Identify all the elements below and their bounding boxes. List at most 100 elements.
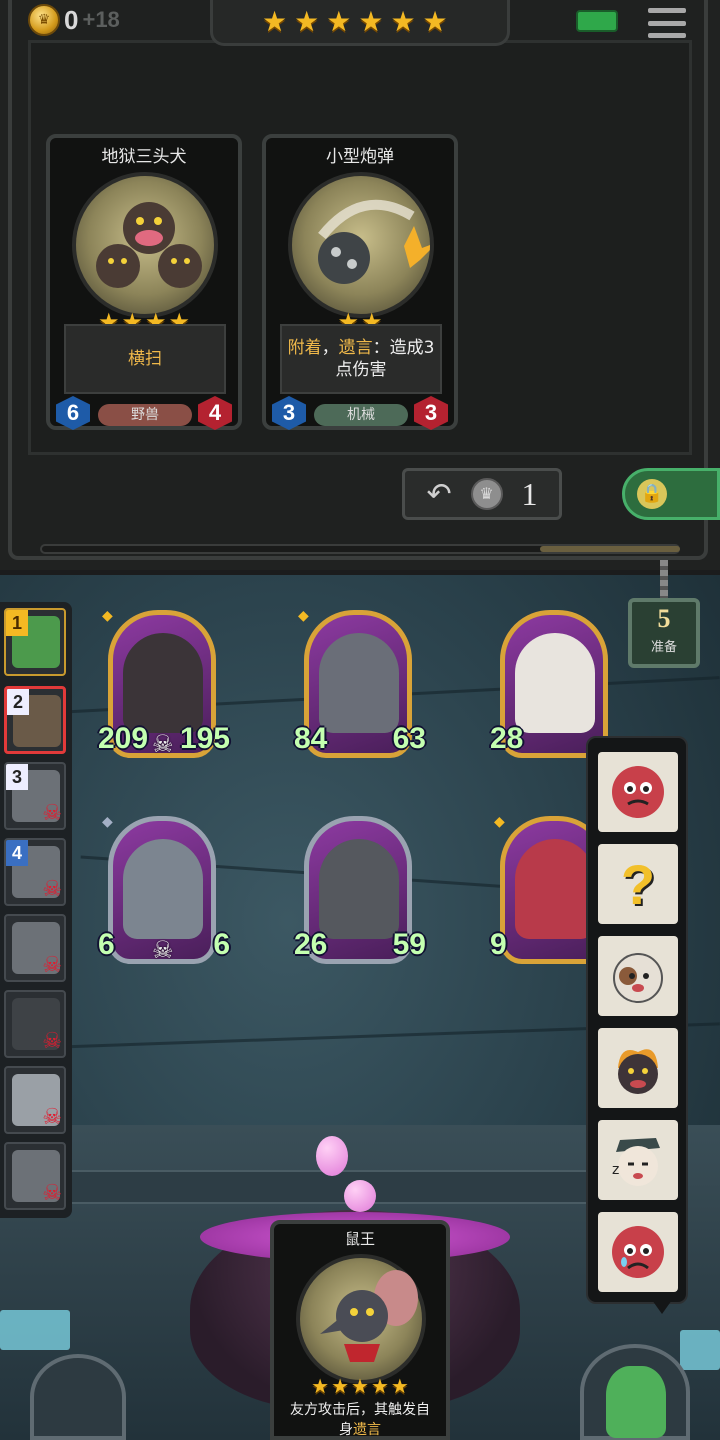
- sleeping-face-emote[interactable]: z: [598, 1120, 678, 1200]
- shop-panel: ♛ 0 +18 ★ ★ ★ ★ ★ ★ 地狱三头犬 ★ ★ ★ ★ 横扫 野兽 …: [0, 0, 720, 570]
- refresh-button[interactable]: ↶ ♛ 1: [402, 468, 562, 520]
- star-icon: ★: [311, 1374, 330, 1398]
- card-tribe: 机械: [314, 404, 408, 426]
- star-icon: ★: [351, 1374, 369, 1398]
- player-slot[interactable]: ☠: [4, 914, 66, 982]
- crying-face-icon: [612, 1226, 664, 1278]
- board-minion[interactable]: ◆ 209 195 ☠: [98, 608, 230, 766]
- star-icon: ★: [390, 5, 416, 38]
- bubble-icon: [344, 1180, 376, 1212]
- menu-button[interactable]: [648, 6, 686, 40]
- hamburger-icon-line: [648, 20, 686, 26]
- cannon-icon: [319, 633, 399, 733]
- player-hero-portrait[interactable]: [580, 1344, 690, 1440]
- angry-face-icon: [612, 766, 664, 818]
- player-slot[interactable]: 1: [4, 608, 66, 676]
- card-separator: ，: [321, 338, 339, 358]
- star-icon: ★: [370, 1374, 389, 1398]
- card-keyword: 横扫: [128, 349, 162, 369]
- hamburger-icon-line: [648, 33, 686, 38]
- question-mark-icon: ?: [620, 852, 656, 916]
- bomb-icon: [318, 199, 430, 284]
- player-list: 1 2 3 ☠ 4 ☠ ☠ ☠ ☠ ☠: [0, 602, 72, 1218]
- player-slot[interactable]: ☠: [4, 1142, 66, 1210]
- opponent-hero-portrait[interactable]: [30, 1354, 126, 1440]
- card-attack: 3: [272, 396, 306, 430]
- hero-name: 鼠王: [344, 1230, 375, 1248]
- board-minion[interactable]: ◆ 6 6 ☠: [98, 814, 230, 972]
- minion-attack: 28: [490, 722, 524, 755]
- minion-attack: 84: [294, 722, 328, 755]
- tavern-tier-stars: ★ ★ ★ ★ ★ ★: [262, 6, 448, 38]
- star-icon: ★: [390, 1374, 409, 1398]
- card-keyword: 附着: [287, 338, 322, 358]
- robot-icon: [123, 839, 203, 939]
- diamond-icon: ◆: [494, 814, 505, 830]
- angry-face-emote[interactable]: [598, 752, 678, 832]
- crown-coin-icon: ♛: [28, 4, 60, 36]
- bubble-icon: [316, 1136, 348, 1176]
- card-description: 横扫: [64, 324, 226, 394]
- ready-count: 5: [657, 604, 671, 633]
- ice-crystal: [680, 1330, 720, 1370]
- card-portrait: [72, 172, 218, 318]
- sleeping-face-icon: z: [612, 1138, 660, 1186]
- gold-value: 0: [64, 4, 79, 35]
- skull-icon: ☠: [42, 953, 62, 978]
- diamond-icon: ◆: [298, 608, 309, 624]
- minion-attack: 6: [98, 928, 115, 961]
- battery-icon: [576, 10, 618, 32]
- minion-attack: 9: [490, 928, 507, 961]
- card-description: 附着，遗言：造成3点伤害: [280, 324, 442, 394]
- minion-health: 63: [392, 722, 426, 755]
- player-rank: 2: [7, 689, 29, 715]
- diamond-icon: ◆: [102, 608, 113, 624]
- player-rank: 4: [6, 840, 28, 866]
- skull-icon: ☠: [42, 877, 62, 902]
- card-tribe: 野兽: [98, 404, 192, 426]
- minion-attack: 26: [294, 928, 328, 961]
- clown-icon: [515, 839, 595, 939]
- player-slot[interactable]: ☠: [4, 990, 66, 1058]
- question-mark-emote[interactable]: ?: [598, 844, 678, 924]
- gold-income: +18: [82, 7, 120, 32]
- diamond-icon: ◆: [102, 814, 113, 830]
- hero-portrait: [296, 1254, 426, 1384]
- star-icon: ★: [262, 5, 288, 38]
- crying-face-emote[interactable]: [598, 1212, 678, 1292]
- hero-stars: ★ ★ ★ ★ ★: [274, 1374, 446, 1398]
- chain-icon: [660, 560, 668, 600]
- shop-card-hellhound[interactable]: 地狱三头犬 ★ ★ ★ ★ 横扫 野兽 6 4: [46, 134, 242, 430]
- player-slot[interactable]: ☠: [4, 1066, 66, 1134]
- card-attack: 6: [56, 396, 90, 430]
- board-minion[interactable]: 26 59: [294, 816, 426, 972]
- dog-face-emote[interactable]: [598, 936, 678, 1016]
- minion-attack: 209: [98, 722, 149, 755]
- hero-keyword: 遗言: [353, 1422, 381, 1438]
- skull-icon: ☠: [42, 801, 62, 826]
- player-rank: 3: [6, 764, 28, 790]
- hero-description: 友方攻击后，其触发自身遗言: [284, 1400, 436, 1440]
- dog-face-icon: [613, 953, 663, 1003]
- star-icon: ★: [358, 5, 384, 38]
- hero-card-rat-king[interactable]: 鼠王 ★ ★ ★ ★ ★ 友方攻击后，其触发自身遗言: [270, 1220, 450, 1440]
- emote-panel-pointer: [652, 1300, 672, 1314]
- player-slot[interactable]: 4 ☠: [4, 838, 66, 906]
- skull-icon: ☠: [152, 730, 174, 758]
- fire-dog-emote[interactable]: [598, 1028, 678, 1108]
- card-keyword: 遗言: [338, 338, 373, 358]
- lock-shop-button[interactable]: 🔒: [622, 468, 720, 520]
- crown-coin-icon: ♛: [470, 478, 503, 510]
- star-icon: ★: [326, 5, 352, 38]
- player-slot[interactable]: 3 ☠: [4, 762, 66, 830]
- shop-card-small-bomb[interactable]: 小型炮弹 ★ ★ 附着，遗言：造成3点伤害 机械 3 3: [262, 134, 458, 430]
- player-slot[interactable]: 2: [4, 686, 66, 754]
- card-portrait: [288, 172, 434, 318]
- minion-health: 195: [179, 722, 230, 755]
- ice-crystal: [0, 1310, 70, 1350]
- ready-counter: 5 准备: [628, 598, 700, 668]
- card-health: 3: [414, 396, 448, 430]
- lock-icon: 🔒: [637, 479, 667, 509]
- board-minion[interactable]: ◆ 84 63: [294, 608, 426, 766]
- player-rank: 1: [6, 610, 28, 636]
